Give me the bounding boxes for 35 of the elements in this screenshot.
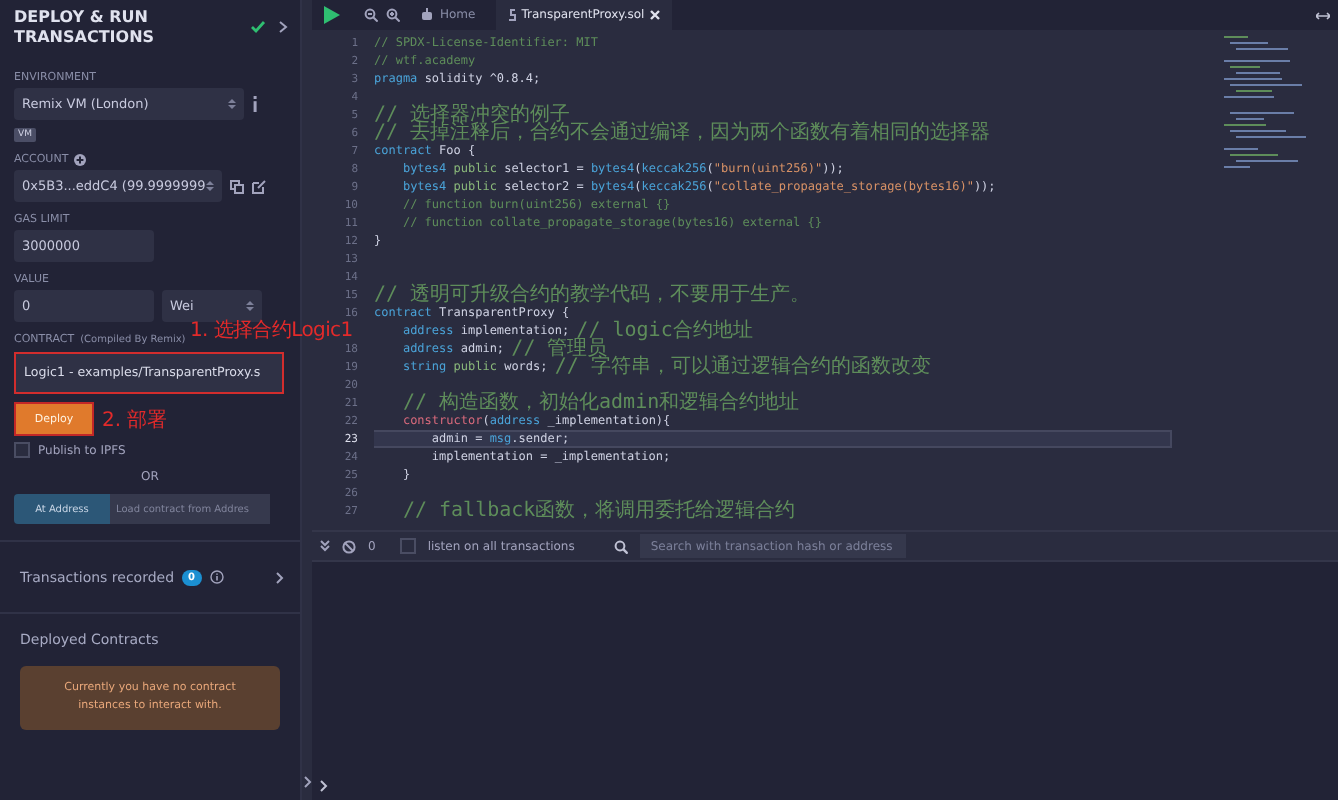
- code-comment: // 管理员: [511, 340, 608, 358]
- chevron-right-icon[interactable]: [276, 571, 284, 583]
- annotation-text: 1. 选择合约Logic1: [190, 320, 353, 343]
- chevron-right-icon[interactable]: [303, 776, 311, 788]
- code-comment: // 字符串，可以通过逻辑合约的函数改变: [554, 358, 931, 376]
- code-comment: // fallback函数，将调用委托给逻辑合约: [402, 502, 796, 520]
- play-icon[interactable]: [324, 6, 340, 24]
- check-icon: [250, 20, 266, 34]
- copy-icon[interactable]: [230, 179, 244, 193]
- prompt-icon: [320, 780, 328, 792]
- clear-icon[interactable]: [342, 539, 356, 553]
- chevron-right-icon[interactable]: [278, 20, 288, 34]
- code-comment: // 透明可升级合约的教学代码，不要用于生产。: [374, 286, 811, 304]
- checkbox[interactable]: [399, 538, 416, 554]
- home-icon: [420, 8, 434, 22]
- zoom-out-icon[interactable]: [364, 8, 378, 22]
- plus-icon[interactable]: [74, 154, 87, 166]
- zoom-in-icon[interactable]: [386, 8, 400, 22]
- search-icon: [614, 539, 629, 553]
- code-comment: // 选择器冲突的例子: [374, 106, 571, 124]
- collapse-icon[interactable]: [320, 540, 330, 552]
- select-arrows-icon: [206, 180, 214, 192]
- annotation-text: 2. 部署: [102, 407, 168, 433]
- code-comment: // 去掉注释后，合约不会通过编译，因为两个函数有着相同的选择器: [374, 124, 991, 142]
- info-icon[interactable]: [209, 570, 224, 584]
- info-icon[interactable]: [252, 96, 258, 112]
- select-arrows-icon: [228, 98, 236, 110]
- checkbox[interactable]: [14, 442, 30, 458]
- edit-icon[interactable]: [252, 179, 266, 193]
- panel-title: DEPLOY & RUN TRANSACTIONS: [14, 8, 157, 48]
- select-arrows-icon: [246, 300, 254, 312]
- code-comment: // logic合约地址: [576, 322, 753, 340]
- expand-icon[interactable]: [1316, 11, 1330, 19]
- code-comment: // 构造函数，初始化admin和逻辑合约地址: [402, 394, 800, 412]
- close-icon[interactable]: [650, 10, 661, 20]
